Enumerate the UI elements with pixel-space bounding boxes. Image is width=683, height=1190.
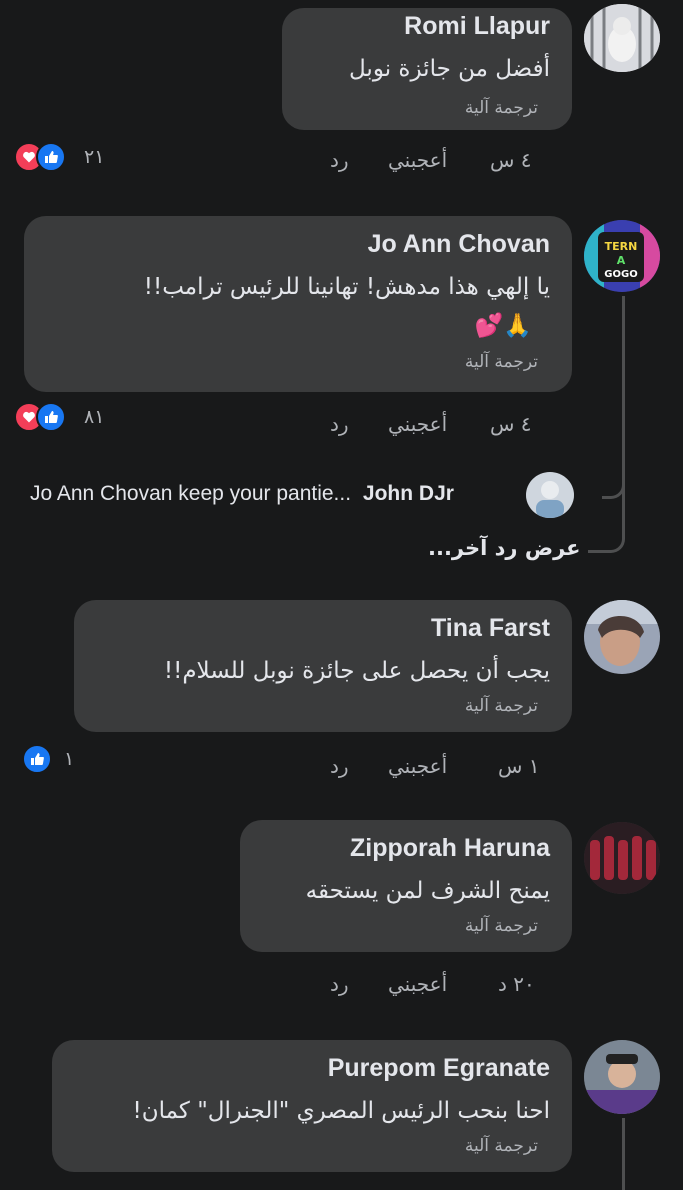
svg-text:TERN: TERN xyxy=(605,240,638,253)
reactions-count: ١ xyxy=(64,748,75,770)
avatar[interactable] xyxy=(584,4,660,72)
reply-preview[interactable]: Jo Ann Chovan keep your pantie... John D… xyxy=(30,482,454,506)
avatar[interactable]: TERN A GOGO xyxy=(584,220,660,292)
comment-author[interactable]: Zipporah Haruna xyxy=(350,834,550,863)
svg-text:GOGO: GOGO xyxy=(604,269,637,280)
thread-line xyxy=(622,296,625,496)
like-button[interactable]: أعجبني xyxy=(388,412,447,436)
comment-text: يجب أن يحصل على جائزة نوبل للسلام!! xyxy=(163,658,550,684)
like-button[interactable]: أعجبني xyxy=(388,972,447,996)
reactions-summary[interactable]: ٨١ xyxy=(14,402,105,432)
translate-link[interactable]: ترجمة آلية xyxy=(465,696,538,716)
comment-text: أفضل من جائزة نوبل xyxy=(349,56,550,82)
comment-author[interactable]: Purepom Egranate xyxy=(328,1054,550,1083)
comment-bubble: Tina Farst يجب أن يحصل على جائزة نوبل لل… xyxy=(74,600,572,732)
comment-bubble: Zipporah Haruna يمنح الشرف لمن يستحقه تر… xyxy=(240,820,572,952)
avatar[interactable] xyxy=(526,472,574,518)
comment-time[interactable]: ٢٠ د xyxy=(498,972,535,996)
reactions-count: ٢١ xyxy=(84,146,105,168)
reply-button[interactable]: رد xyxy=(330,412,349,436)
like-icon xyxy=(36,142,66,172)
like-icon xyxy=(36,402,66,432)
avatar[interactable] xyxy=(584,822,660,894)
comment-text: يا إلهي هذا مدهش! تهانينا للرئيس ترامب!! xyxy=(143,274,550,300)
like-button[interactable]: أعجبني xyxy=(388,148,447,172)
comment-time[interactable]: ٤ س xyxy=(490,148,532,172)
view-more-replies[interactable]: عرض رد آخر... xyxy=(428,536,580,560)
comment-emoji: 🙏💕 xyxy=(474,313,532,339)
reply-button[interactable]: رد xyxy=(330,148,349,172)
comment-text: احنا بنحب الرئيس المصري "الجنرال" كمان! xyxy=(132,1098,550,1124)
comment-author[interactable]: Jo Ann Chovan xyxy=(368,230,550,259)
comment-time[interactable]: ١ س xyxy=(498,754,540,778)
svg-text:A: A xyxy=(617,254,626,267)
reply-button[interactable]: رد xyxy=(330,972,349,996)
comment-bubble: Romi Llapur أفضل من جائزة نوبل ترجمة آلي… xyxy=(282,8,572,130)
comment-author[interactable]: Romi Llapur xyxy=(404,12,550,41)
comment-text: يمنح الشرف لمن يستحقه xyxy=(305,878,550,904)
comment-bubble: Jo Ann Chovan يا إلهي هذا مدهش! تهانينا … xyxy=(24,216,572,392)
translate-link[interactable]: ترجمة آلية xyxy=(465,98,538,118)
reactions-summary[interactable]: ٢١ xyxy=(14,142,105,172)
reply-preview-author: John DJr xyxy=(362,482,454,505)
reply-button[interactable]: رد xyxy=(330,754,349,778)
avatar[interactable] xyxy=(584,600,660,674)
reactions-count: ٨١ xyxy=(84,406,105,428)
comment-bubble: Purepom Egranate احنا بنحب الرئيس المصري… xyxy=(52,1040,572,1172)
thread-elbow xyxy=(588,520,625,553)
translate-link[interactable]: ترجمة آلية xyxy=(465,352,538,372)
comment-time[interactable]: ٤ س xyxy=(490,412,532,436)
thread-line xyxy=(622,1118,625,1190)
avatar[interactable] xyxy=(584,1040,660,1114)
like-button[interactable]: أعجبني xyxy=(388,754,447,778)
reply-preview-text: Jo Ann Chovan keep your pantie... xyxy=(30,482,352,505)
translate-link[interactable]: ترجمة آلية xyxy=(465,916,538,936)
comment-author[interactable]: Tina Farst xyxy=(431,614,550,643)
like-icon xyxy=(22,744,52,774)
translate-link[interactable]: ترجمة آلية xyxy=(465,1136,538,1156)
reactions-summary[interactable]: ١ xyxy=(22,744,74,774)
